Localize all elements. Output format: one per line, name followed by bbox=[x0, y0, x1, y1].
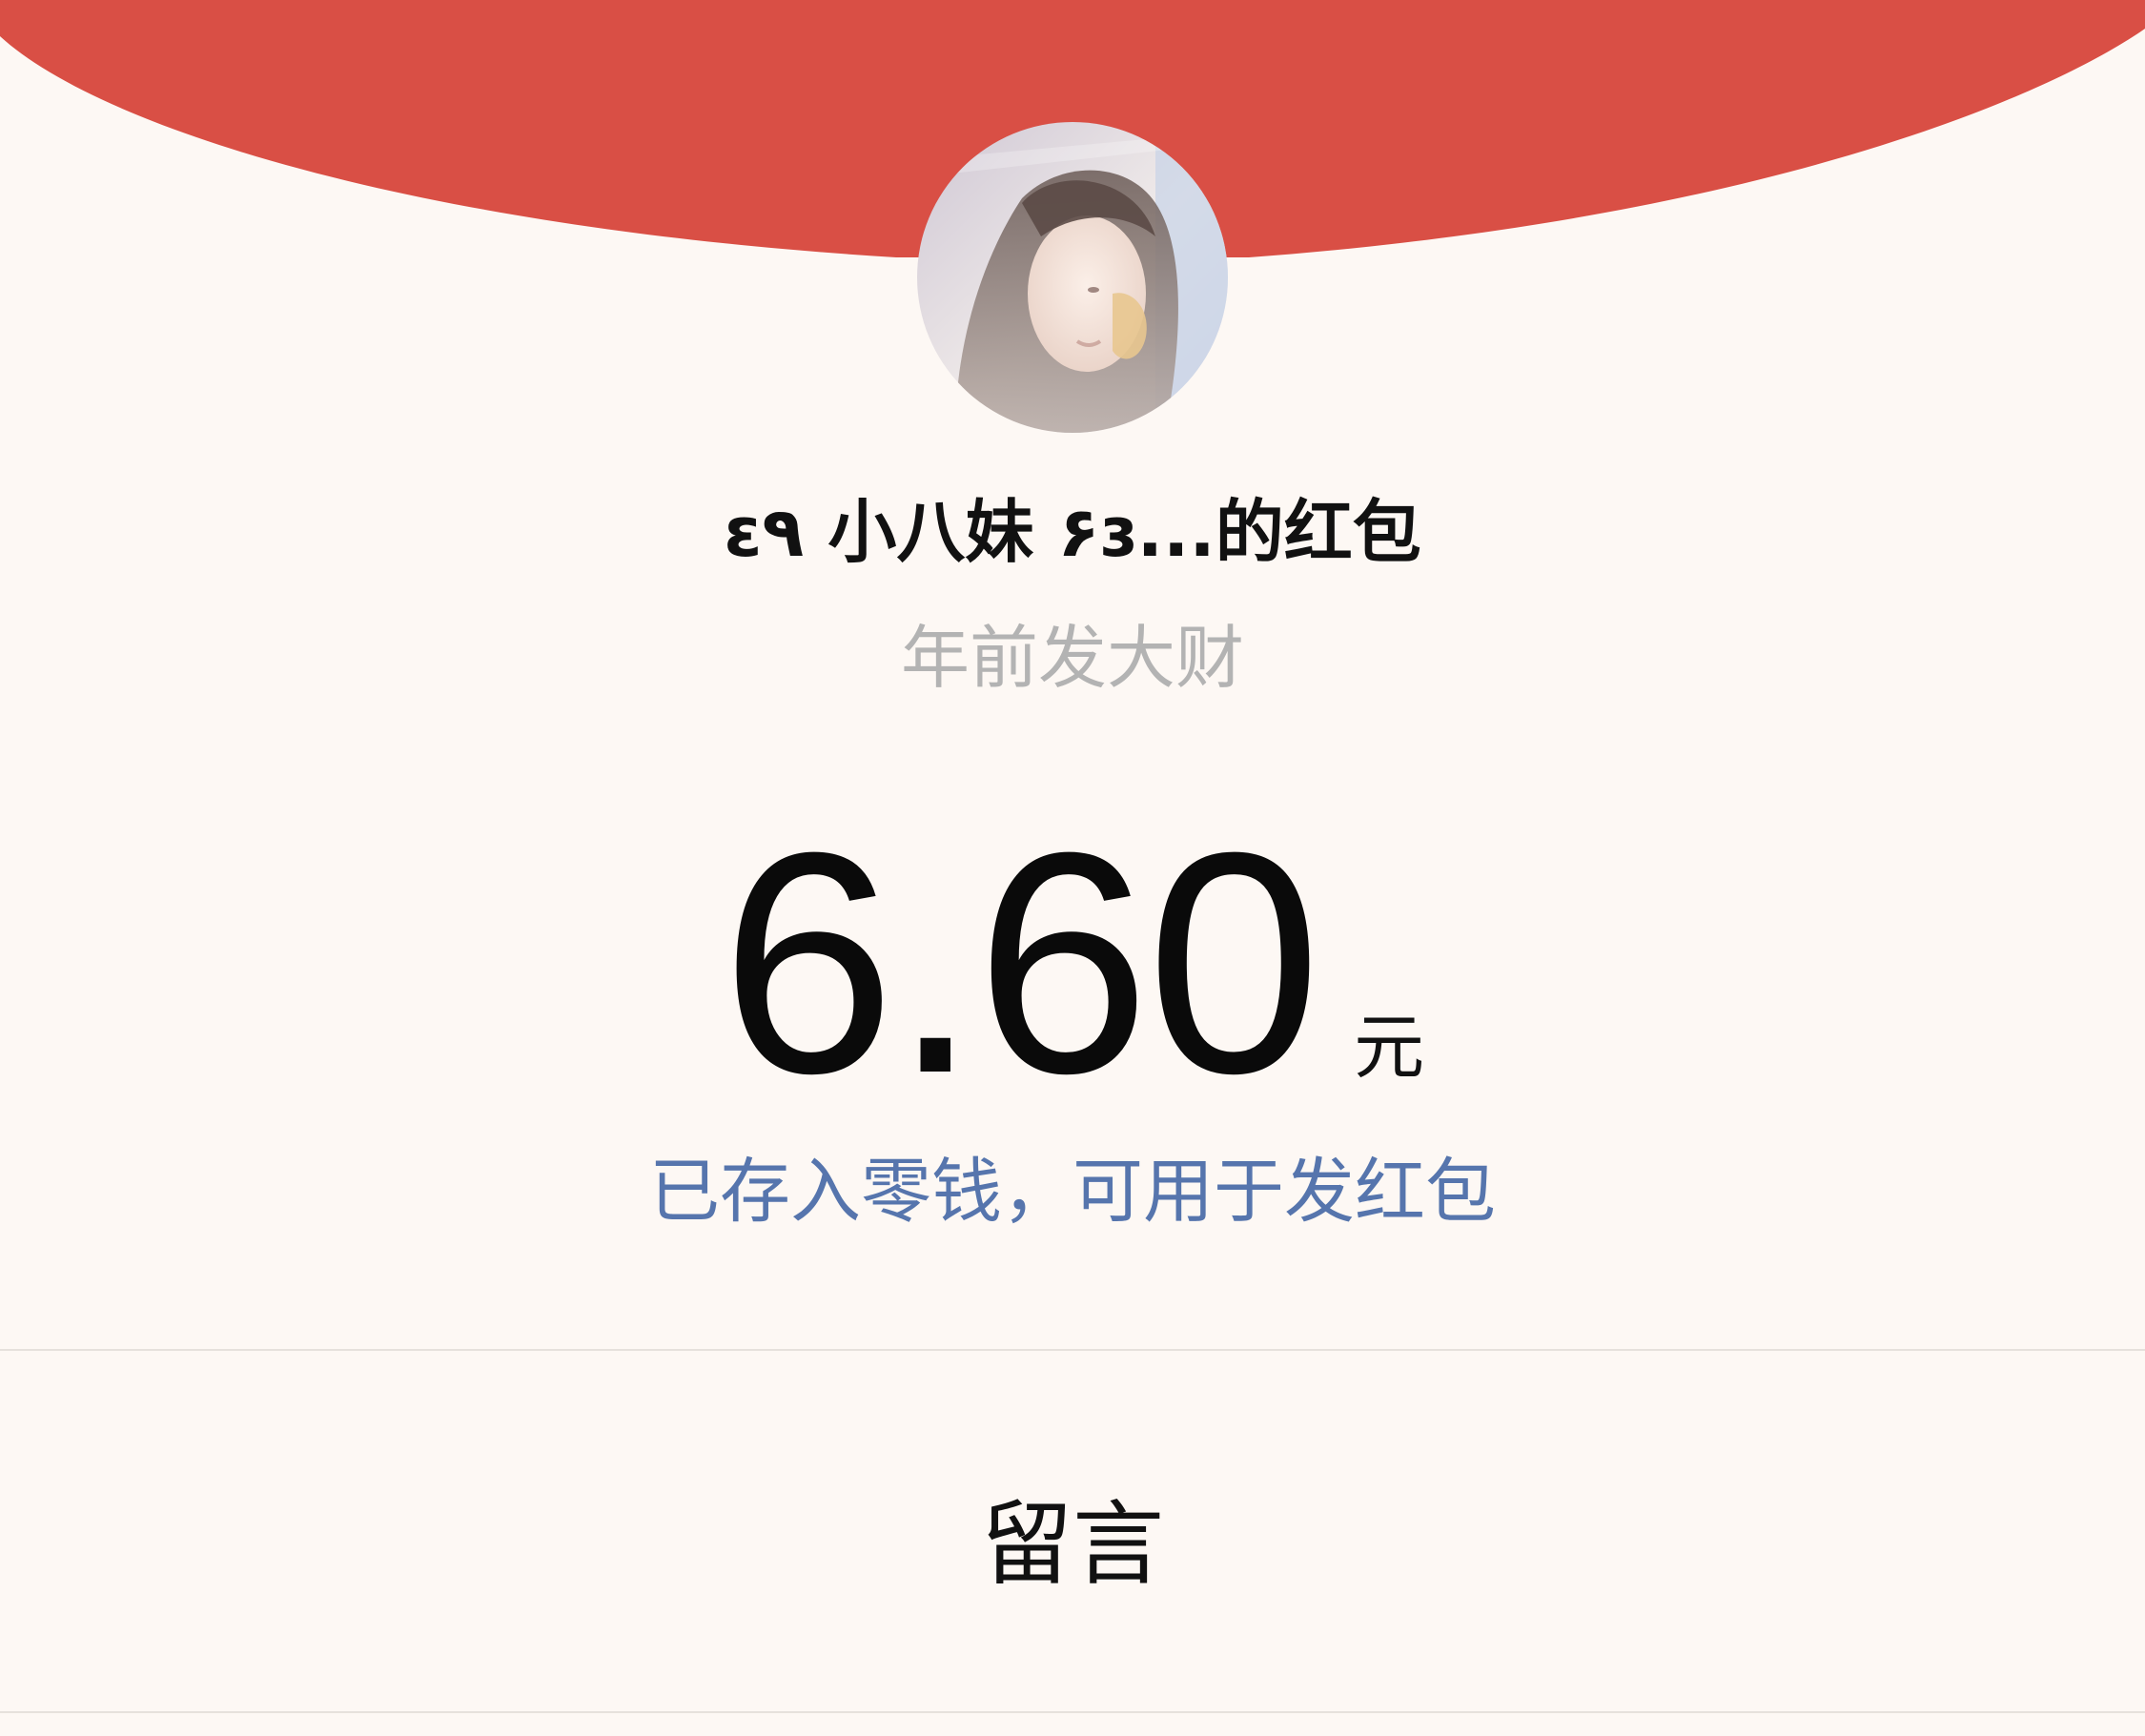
sender-title: ɛ٩ 小八妹 ۶ɜ...的红包 bbox=[724, 492, 1421, 572]
avatar-photo-icon bbox=[917, 122, 1228, 433]
message-button[interactable] bbox=[0, 1351, 2145, 1711]
deposit-note-link[interactable]: 已存入零钱，可用于发红包 bbox=[0, 1149, 2145, 1235]
currency-unit: 元 bbox=[1354, 1007, 1425, 1089]
amount-display: 6.60 元 bbox=[0, 786, 2145, 1138]
divider bbox=[0, 1711, 2145, 1713]
blessing-message: 年前发大财 bbox=[900, 618, 1244, 698]
sender-avatar[interactable] bbox=[917, 122, 1228, 433]
amount-value: 6.60 bbox=[720, 786, 1321, 1138]
